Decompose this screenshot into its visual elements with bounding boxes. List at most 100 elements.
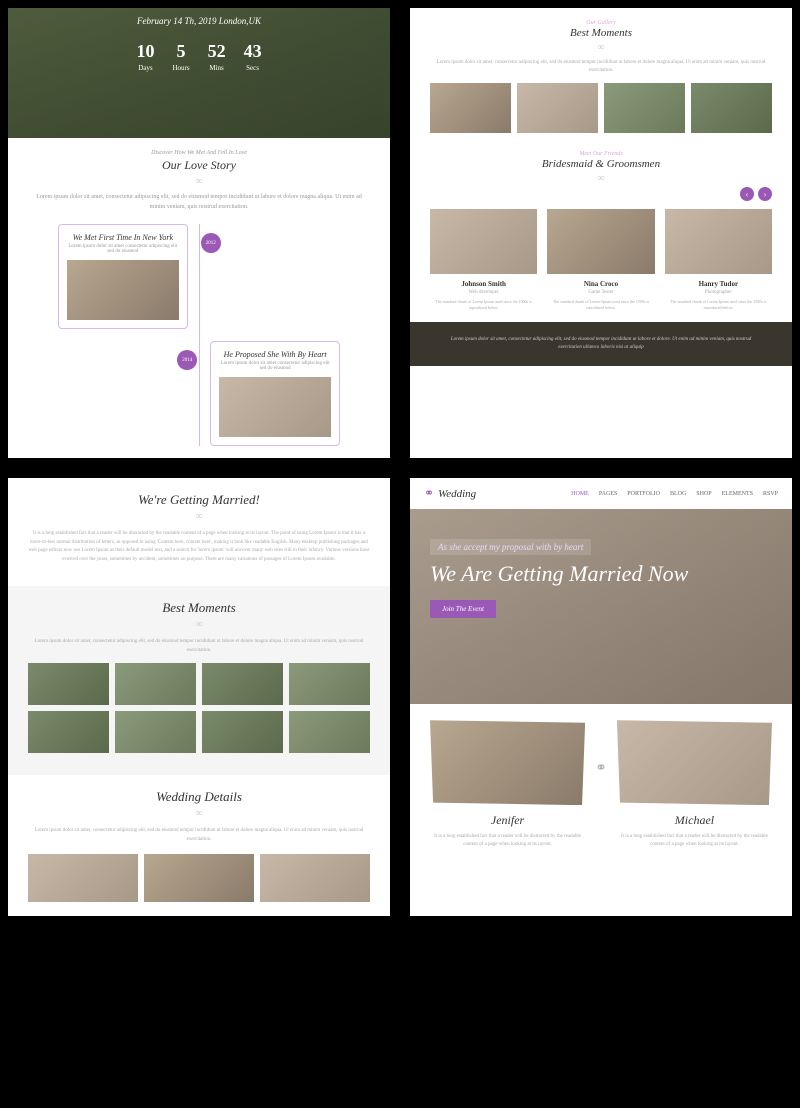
divider-icon: ∞ [28,511,370,522]
timeline: 2012 We Met First Time In New York Lorem… [28,224,370,446]
divider-icon: ∞ [28,176,370,187]
rings-icon: ⚭ [595,760,607,777]
prev-arrow-icon[interactable]: ‹ [740,187,754,201]
section-subtitle: Our Gallery [430,20,772,26]
nav-menu: HOME PAGES PORTFOLIO BLOG SHOP ELEMENTS … [571,491,778,497]
gallery-grid [28,663,370,753]
countdown-days: 10Days [136,41,154,72]
navbar: ⚭ Wedding HOME PAGES PORTFOLIO BLOG SHOP… [410,478,792,509]
gallery-image[interactable] [202,663,283,705]
join-event-button[interactable]: Join The Event [430,600,496,618]
timeline-line [199,224,200,446]
gallery-image[interactable] [691,83,772,133]
divider-icon: ∞ [28,619,370,630]
brand-name: Wedding [438,488,476,500]
married-section: We're Getting Married! ∞ It is a long es… [8,478,390,586]
timeline-item: 2012 We Met First Time In New York Lorem… [58,224,188,329]
detail-images [28,854,370,902]
hero-subtitle: As she accept my proposal with by heart [430,539,591,555]
timeline-desc: Lorem ipsum dolor sit amet consectetur a… [219,361,331,371]
section-desc: Lorem ipsum dolor sit amet, consectetur … [28,193,370,212]
member-image [547,209,654,274]
timeline-title: We Met First Time In New York [67,233,179,242]
timeline-desc: Lorem ipsum dolor sit amet consectetur a… [67,244,179,254]
section-desc: It is a long established fact that a rea… [28,530,370,564]
gallery-image[interactable] [115,663,196,705]
groom-card: Michael It is a long established fact th… [617,720,772,848]
timeline-image [67,260,179,320]
team-row: Johnson Smith Web developer The standard… [430,209,772,310]
groom-name: Michael [617,813,772,828]
nav-link-portfolio[interactable]: PORTFOLIO [627,491,660,497]
member-role: Photographer [665,290,772,295]
gallery-image[interactable] [430,83,511,133]
section-title: We're Getting Married! [28,492,370,508]
team-member: Hanry Tudor Photographer The standard ch… [665,209,772,310]
nav-link-home[interactable]: HOME [571,491,589,497]
member-role: Game Tester [547,290,654,295]
bride-card: Jenifer It is a long established fact th… [430,720,585,848]
nav-link-blog[interactable]: BLOG [670,491,686,497]
section-subtitle: Discover How We Met And Fell In Love [28,150,370,156]
divider-icon: ∞ [430,173,772,184]
countdown-hours: 5Hours [172,41,189,72]
gallery-image[interactable] [28,711,109,753]
hero-title: We Are Getting Married Now [430,561,772,587]
template-preview-4: ⚭ Wedding HOME PAGES PORTFOLIO BLOG SHOP… [410,478,792,916]
gallery-image[interactable] [28,663,109,705]
groom-image [617,720,772,805]
timeline-item: 2014 He Proposed She With By Heart Lorem… [210,341,340,446]
gallery-section: Our Gallery Best Moments ∞ Lorem ipsum d… [410,8,792,322]
detail-image [28,854,138,902]
gallery-image[interactable] [289,663,370,705]
divider-icon: ∞ [430,42,772,53]
wedding-date: February 14 Th, 2019 London,UK [8,16,390,26]
member-name: Johnson Smith [430,280,537,288]
rings-icon: ⚭ [424,486,434,501]
next-arrow-icon[interactable]: › [758,187,772,201]
section-title: Best Moments [28,600,370,616]
footer-quote: Lorem ipsum dolor sit amet, consectetur … [410,322,792,366]
section-title: Our Love Story [28,158,370,173]
nav-link-rsvp[interactable]: RSVP [763,491,778,497]
section-title: Best Moments [430,27,772,39]
detail-image [260,854,370,902]
countdown-secs: 43Secs [244,41,262,72]
couple-section: Jenifer It is a long established fact th… [410,704,792,864]
carousel-nav: ‹ › [430,187,772,201]
section-subtitle: Meet Our Friends [430,151,772,157]
detail-image [144,854,254,902]
moments-section: Best Moments ∞ Lorem ipsum dolor sit ame… [8,586,390,775]
gallery-image[interactable] [604,83,685,133]
bride-image [430,720,585,805]
love-story-section: Discover How We Met And Fell In Love Our… [8,138,390,458]
groom-desc: It is a long established fact that a rea… [617,833,772,848]
member-image [665,209,772,274]
section-desc: Lorem ipsum dolor sit amet, consectetur … [28,827,370,844]
countdown-mins: 52Mins [208,41,226,72]
gallery-image[interactable] [517,83,598,133]
nav-link-elements[interactable]: ELEMENTS [722,491,753,497]
countdown: 10Days 5Hours 52Mins 43Secs [8,41,390,72]
year-badge: 2014 [177,350,197,370]
gallery-row [430,83,772,133]
member-desc: The standard chunk of Lorem Ipsum used s… [547,299,654,310]
team-member: Nina Croco Game Tester The standard chun… [547,209,654,310]
gallery-image[interactable] [289,711,370,753]
bride-name: Jenifer [430,813,585,828]
logo[interactable]: ⚭ Wedding [424,486,476,501]
hero: As she accept my proposal with by heart … [410,509,792,704]
template-preview-2: Our Gallery Best Moments ∞ Lorem ipsum d… [410,8,792,458]
gallery-image[interactable] [202,711,283,753]
member-role: Web developer [430,290,537,295]
nav-link-pages[interactable]: PAGES [599,491,617,497]
nav-link-shop[interactable]: SHOP [696,491,711,497]
details-section: Wedding Details ∞ Lorem ipsum dolor sit … [8,775,390,916]
bride-desc: It is a long established fact that a rea… [430,833,585,848]
divider-icon: ∞ [28,808,370,819]
template-preview-3: We're Getting Married! ∞ It is a long es… [8,478,390,916]
gallery-image[interactable] [115,711,196,753]
member-image [430,209,537,274]
hero-countdown: February 14 Th, 2019 London,UK 10Days 5H… [8,8,390,138]
member-desc: The standard chunk of Lorem Ipsum used s… [665,299,772,310]
